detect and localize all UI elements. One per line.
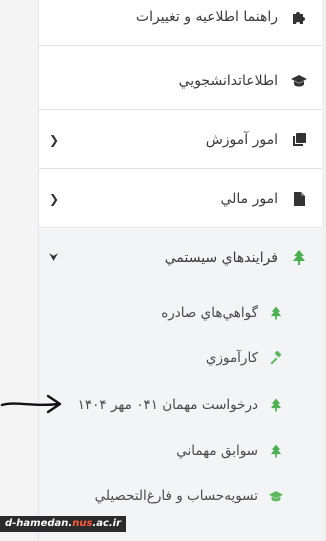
- tree-icon: [290, 250, 308, 266]
- submenu-item-label: درخواست مهمان ۰۴۱ مهر ۱۴۰۴: [77, 397, 258, 413]
- puzzle-icon: [290, 9, 308, 25]
- file-icon: [290, 191, 308, 207]
- menu-item-label: راهنما اطلاعيه و تغييرات: [135, 8, 278, 25]
- submenu-item-certificates[interactable]: گواهي‌هاي صادره: [39, 290, 322, 336]
- submenu-item-label: سوابق مهماني: [176, 443, 258, 459]
- menu-item-guide[interactable]: راهنما اطلاعيه و تغييرات: [39, 0, 322, 46]
- graduation-cap-icon: [268, 490, 284, 503]
- submenu-item-label: کارآموزي: [205, 350, 258, 366]
- submenu-item-label: تسويه‌حساب و فارغ‌التحصيلي: [94, 488, 258, 504]
- chevron-left-icon: ❮: [49, 191, 60, 206]
- submenu-item-graduation[interactable]: تسويه‌حساب و فارغ‌التحصيلي: [39, 473, 322, 519]
- menu-item-student-info[interactable]: اطلاعاتدانشجويي: [39, 52, 322, 110]
- submenu-item-guest-history[interactable]: سوابق مهماني: [39, 428, 322, 474]
- tree-icon: [268, 398, 284, 413]
- chevron-left-icon: ❮: [49, 132, 60, 147]
- submenu-item-internship[interactable]: کارآموزي: [39, 335, 322, 381]
- gavel-icon: [268, 350, 284, 366]
- scrollbar-track[interactable]: [322, 0, 326, 541]
- submenu-item-guest-request[interactable]: درخواست مهمان ۰۴۱ مهر ۱۴۰۴: [39, 382, 322, 428]
- chevron-down-icon: ⮟: [49, 251, 59, 264]
- menu-item-system-processes[interactable]: فرايندهاي سيستمي ⮟: [39, 229, 322, 287]
- left-gutter: [0, 0, 39, 541]
- copy-icon: [290, 132, 308, 147]
- sidebar-menu: راهنما اطلاعيه و تغييرات اطلاعاتدانشجويي…: [39, 0, 322, 541]
- tree-icon: [268, 306, 284, 321]
- menu-item-label: اطلاعاتدانشجويي: [178, 72, 278, 89]
- watermark: d-hamedan.nus.ac.ir: [0, 516, 127, 532]
- menu-item-label: فرايندهاي سيستمي: [164, 250, 278, 266]
- graduation-cap-icon: [290, 74, 308, 88]
- menu-item-label: امور مالي: [220, 190, 278, 207]
- annotation-arrow-icon: [0, 394, 62, 414]
- menu-item-label: امور آموزش: [205, 131, 278, 148]
- menu-item-finance[interactable]: امور مالي ❮: [39, 170, 322, 228]
- tree-icon: [268, 444, 284, 459]
- submenu-item-label: گواهي‌هاي صادره: [161, 305, 258, 321]
- menu-item-education[interactable]: امور آموزش ❮: [39, 111, 322, 169]
